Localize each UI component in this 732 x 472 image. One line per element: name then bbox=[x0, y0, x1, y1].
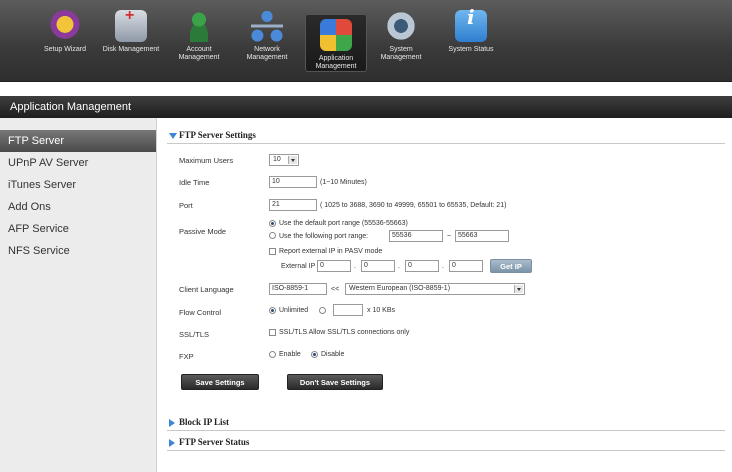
client-language-select[interactable]: Western European (ISO-8859-1) bbox=[345, 283, 525, 295]
client-language-selected: Western European (ISO-8859-1) bbox=[349, 285, 451, 292]
external-ip-octet-3[interactable]: 0 bbox=[405, 260, 439, 272]
save-settings-button[interactable]: Save Settings bbox=[181, 374, 259, 390]
fxp-enable-label: Enable bbox=[279, 351, 301, 358]
toolbar-label: Account Management bbox=[178, 46, 220, 61]
report-external-ip-checkbox[interactable] bbox=[269, 248, 276, 255]
flow-limit-radio[interactable] bbox=[319, 307, 326, 314]
passive-mode-label: Passive Mode bbox=[179, 227, 227, 236]
client-language-label: Client Language bbox=[179, 285, 234, 294]
toolbar-network-management[interactable]: Network Management bbox=[236, 10, 298, 80]
flow-unit-label: x 10 KBs bbox=[367, 307, 396, 314]
external-ip-octet-4[interactable]: 0 bbox=[449, 260, 483, 272]
dont-save-settings-button[interactable]: Don't Save Settings bbox=[287, 374, 383, 390]
passive-custom-radio[interactable] bbox=[269, 232, 276, 239]
account-icon bbox=[183, 10, 215, 42]
sidebar-item-add-ons[interactable]: Add Ons bbox=[0, 196, 156, 218]
section-header: Application Management bbox=[0, 96, 732, 118]
flow-control-label: Flow Control bbox=[179, 308, 222, 317]
passive-range-separator: ~ bbox=[447, 233, 452, 240]
ip-dot: . bbox=[442, 263, 444, 270]
idle-time-hint: (1~10 Minutes) bbox=[320, 179, 367, 186]
sidebar-item-afp-service[interactable]: AFP Service bbox=[0, 218, 156, 240]
toolbar-account-management[interactable]: Account Management bbox=[168, 10, 230, 80]
fxp-disable-label: Disable bbox=[321, 351, 345, 358]
fxp-label: FXP bbox=[179, 352, 194, 361]
expand-triangle-icon bbox=[169, 418, 175, 427]
main-content: FTP Server Settings Maximum Users 10 Idl… bbox=[157, 118, 732, 472]
ip-dot: . bbox=[398, 263, 400, 270]
sidebar-item-nfs-service[interactable]: NFS Service bbox=[0, 240, 156, 262]
flow-unlimited-radio[interactable] bbox=[269, 307, 276, 314]
toolbar-application-management[interactable]: Application Management bbox=[305, 14, 367, 72]
network-icon bbox=[251, 10, 283, 42]
toolbar-label: System Management bbox=[380, 46, 422, 61]
idle-time-input[interactable]: 10 bbox=[269, 176, 317, 188]
idle-time-label: Idle Time bbox=[179, 178, 210, 187]
fxp-enable-radio[interactable] bbox=[269, 351, 276, 358]
max-users-value: 10 bbox=[273, 156, 281, 163]
report-external-ip-label: Report external IP in PASV mode bbox=[279, 248, 383, 255]
fxp-disable-radio[interactable] bbox=[311, 351, 318, 358]
block-ip-header[interactable]: Block IP List bbox=[169, 417, 229, 427]
passive-start-input[interactable]: 55536 bbox=[389, 230, 443, 242]
passive-end-input[interactable]: 55663 bbox=[455, 230, 509, 242]
application-icon bbox=[320, 19, 352, 51]
divider bbox=[167, 450, 725, 451]
ftp-settings-header[interactable]: FTP Server Settings bbox=[169, 130, 256, 140]
chevron-down-icon bbox=[514, 285, 523, 293]
expand-triangle-icon bbox=[169, 438, 175, 447]
collapse-triangle-icon bbox=[169, 132, 177, 139]
divider bbox=[167, 143, 725, 144]
sidebar-item-itunes-server[interactable]: iTunes Server bbox=[0, 174, 156, 196]
toolbar-label: Application Management bbox=[315, 55, 357, 70]
external-ip-label: External IP : bbox=[281, 263, 320, 270]
toolbar-disk-management[interactable]: Disk Management bbox=[100, 10, 162, 80]
toolbar-label: Network Management bbox=[246, 46, 288, 61]
setup-wizard-icon bbox=[49, 10, 81, 42]
ftp-settings-title: FTP Server Settings bbox=[179, 130, 256, 140]
main-toolbar: Setup Wizard Disk Management Account Man… bbox=[0, 0, 732, 82]
sidebar-item-upnp-av-server[interactable]: UPnP AV Server bbox=[0, 152, 156, 174]
disk-icon bbox=[115, 10, 147, 42]
toolbar-label: Disk Management bbox=[102, 46, 160, 53]
max-users-select[interactable]: 10 bbox=[269, 154, 299, 166]
toolbar-system-management[interactable]: System Management bbox=[370, 10, 432, 80]
ftp-status-title: FTP Server Status bbox=[179, 437, 250, 447]
ssl-tls-label: SSL/TLS bbox=[179, 330, 210, 339]
ip-dot: . bbox=[354, 263, 356, 270]
port-label: Port bbox=[179, 201, 193, 210]
port-hint: ( 1025 to 3688, 3690 to 49999, 65501 to … bbox=[320, 202, 507, 209]
flow-unlimited-label: Unlimited bbox=[279, 307, 309, 314]
passive-default-label: Use the default port range (55536-55663) bbox=[279, 220, 408, 227]
toolbar-label: Setup Wizard bbox=[43, 46, 87, 53]
chevron-down-icon bbox=[288, 156, 297, 164]
status-icon bbox=[455, 10, 487, 42]
get-ip-button[interactable]: Get IP bbox=[490, 259, 532, 273]
ssl-tls-checkbox[interactable] bbox=[269, 329, 276, 336]
client-language-copy-arrows[interactable]: << bbox=[331, 286, 339, 293]
toolbar-label: System Status bbox=[448, 46, 494, 53]
sidebar-item-ftp-server[interactable]: FTP Server bbox=[0, 130, 156, 152]
ssl-tls-option-label: SSL/TLS Allow SSL/TLS connections only bbox=[279, 329, 410, 336]
max-users-label: Maximum Users bbox=[179, 156, 234, 165]
toolbar-system-status[interactable]: System Status bbox=[440, 10, 502, 80]
system-icon bbox=[385, 10, 417, 42]
flow-limit-input[interactable] bbox=[333, 304, 363, 316]
passive-custom-label: Use the following port range: bbox=[279, 233, 369, 240]
toolbar-setup-wizard[interactable]: Setup Wizard bbox=[34, 10, 96, 80]
external-ip-octet-1[interactable]: 0 bbox=[317, 260, 351, 272]
passive-default-radio[interactable] bbox=[269, 220, 276, 227]
app-window: Setup Wizard Disk Management Account Man… bbox=[0, 0, 732, 472]
ftp-status-header[interactable]: FTP Server Status bbox=[169, 437, 249, 447]
client-language-input[interactable]: ISO-8859-1 bbox=[269, 283, 327, 295]
sidebar: FTP Server UPnP AV Server iTunes Server … bbox=[0, 118, 157, 472]
port-input[interactable]: 21 bbox=[269, 199, 317, 211]
divider bbox=[167, 430, 725, 431]
external-ip-octet-2[interactable]: 0 bbox=[361, 260, 395, 272]
block-ip-title: Block IP List bbox=[179, 417, 230, 427]
